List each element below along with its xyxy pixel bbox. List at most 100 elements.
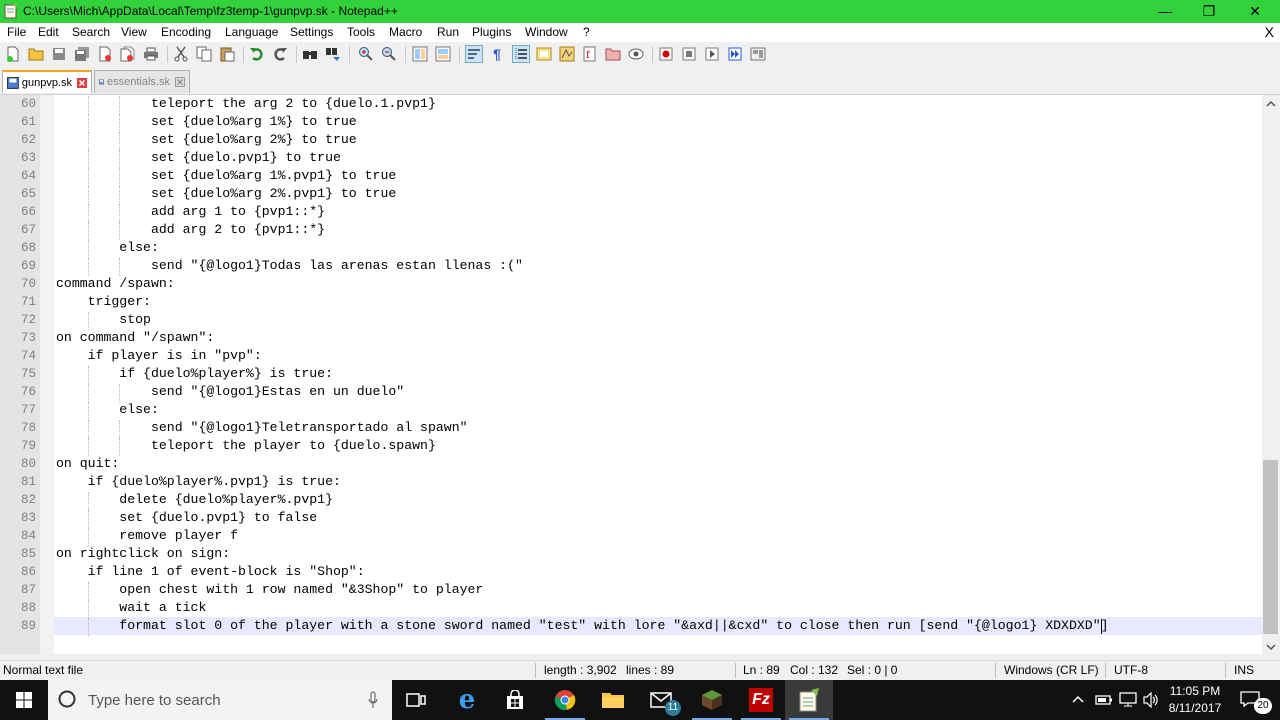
code-line[interactable]: delete {duelo%player%.pvp1} bbox=[56, 492, 333, 507]
replace-icon[interactable] bbox=[325, 46, 341, 62]
menu-language[interactable]: Language bbox=[225, 25, 278, 39]
menu-plugins[interactable]: Plugins bbox=[472, 25, 511, 39]
task-view-icon[interactable] bbox=[392, 680, 440, 720]
code-line[interactable]: send "{@logo1}Estas en un duelo" bbox=[56, 384, 404, 399]
scroll-down-icon[interactable] bbox=[1266, 644, 1276, 651]
doc-map-icon[interactable] bbox=[559, 46, 575, 62]
scroll-up-icon[interactable] bbox=[1266, 100, 1276, 107]
copy-icon[interactable] bbox=[196, 46, 212, 62]
show-all-chars-icon[interactable]: ¶ bbox=[489, 46, 505, 62]
undo-icon[interactable] bbox=[249, 46, 265, 62]
indent-guide-icon[interactable] bbox=[512, 45, 530, 63]
microphone-icon[interactable] bbox=[368, 691, 378, 709]
print-icon[interactable] bbox=[143, 46, 159, 62]
stop-record-icon[interactable] bbox=[681, 46, 697, 62]
menu-run[interactable]: Run bbox=[437, 25, 459, 39]
menu-settings[interactable]: Settings bbox=[290, 25, 333, 39]
store-icon[interactable] bbox=[491, 680, 539, 720]
minimize-button[interactable]: — bbox=[1142, 0, 1188, 23]
code-line[interactable]: teleport the arg 2 to {duelo.1.pvp1} bbox=[56, 96, 436, 111]
code-line[interactable]: set {duelo%arg 2%.pvp1} to true bbox=[56, 186, 396, 201]
code-line[interactable]: on rightclick on sign: bbox=[56, 546, 230, 561]
network-icon[interactable] bbox=[1119, 692, 1137, 708]
tab-gunpvp[interactable]: gunpvp.sk bbox=[2, 70, 92, 93]
code-editor[interactable]: 60 61 62 63 64 65 66 67 68 69 70 71 72 73 74 75 76 77 78 79… bbox=[0, 95, 1262, 654]
find-icon[interactable] bbox=[302, 46, 318, 62]
volume-icon[interactable] bbox=[1143, 692, 1159, 708]
close-icon[interactable] bbox=[97, 46, 113, 62]
code-line[interactable]: set {duelo%arg 2%} to true bbox=[56, 132, 357, 147]
vertical-scroll-thumb[interactable] bbox=[1263, 460, 1278, 634]
fold-margin[interactable] bbox=[40, 95, 54, 654]
code-line[interactable]: trigger: bbox=[56, 294, 151, 309]
sync-horizontal-icon[interactable] bbox=[435, 46, 451, 62]
code-line[interactable]: if {duelo%player%} is true: bbox=[56, 366, 333, 381]
save-macro-icon[interactable] bbox=[750, 46, 766, 62]
code-line[interactable]: set {duelo.pvp1} to false bbox=[56, 510, 317, 525]
menu-tools[interactable]: Tools bbox=[347, 25, 375, 39]
close-button[interactable]: ✕ bbox=[1232, 0, 1278, 23]
code-line[interactable]: add arg 2 to {pvp1::*} bbox=[56, 222, 325, 237]
status-insert-mode[interactable]: INS bbox=[1234, 663, 1254, 677]
code-line[interactable]: set {duelo.pvp1} to true bbox=[56, 150, 341, 165]
status-encoding[interactable]: UTF-8 bbox=[1114, 663, 1148, 677]
record-macro-icon[interactable] bbox=[658, 46, 674, 62]
code-line[interactable]: add arg 1 to {pvp1::*} bbox=[56, 204, 325, 219]
code-line[interactable]: format slot 0 of the player with a stone… bbox=[56, 618, 1108, 633]
code-line[interactable]: if player is in "pvp": bbox=[56, 348, 262, 363]
close-all-icon[interactable] bbox=[120, 46, 136, 62]
code-line[interactable]: send "{@logo1}Teletransportado al spawn" bbox=[56, 420, 468, 435]
save-icon[interactable] bbox=[51, 46, 67, 62]
monitoring-icon[interactable] bbox=[628, 46, 644, 62]
redo-icon[interactable] bbox=[272, 46, 288, 62]
code-line[interactable]: open chest with 1 row named "&3Shop" to … bbox=[56, 582, 483, 597]
code-line[interactable]: on quit: bbox=[56, 456, 119, 471]
file-explorer-icon[interactable] bbox=[589, 680, 637, 720]
taskbar-search-box[interactable]: Type here to search bbox=[48, 680, 392, 720]
function-list-icon[interactable]: f bbox=[582, 46, 598, 62]
zoom-in-icon[interactable] bbox=[358, 46, 374, 62]
status-eol[interactable]: Windows (CR LF) bbox=[1004, 663, 1099, 677]
code-line[interactable]: if line 1 of event-block is "Shop": bbox=[56, 564, 365, 579]
code-line[interactable]: command /spawn: bbox=[56, 276, 175, 291]
menu-edit[interactable]: Edit bbox=[38, 25, 59, 39]
chevron-up-icon[interactable] bbox=[1072, 694, 1084, 704]
word-wrap-icon[interactable] bbox=[465, 45, 483, 63]
close-document-button[interactable]: X bbox=[1265, 24, 1274, 40]
menu-encoding[interactable]: Encoding bbox=[161, 25, 211, 39]
code-line[interactable]: teleport the player to {duelo.spawn} bbox=[56, 438, 436, 453]
open-file-icon[interactable] bbox=[28, 46, 44, 62]
filezilla-icon[interactable]: Fz bbox=[737, 680, 785, 720]
maximize-button[interactable]: ❐ bbox=[1186, 0, 1232, 23]
menu-window[interactable]: Window bbox=[525, 25, 568, 39]
paste-icon[interactable] bbox=[219, 46, 235, 62]
menu-view[interactable]: View bbox=[121, 25, 147, 39]
tab-close-icon[interactable] bbox=[175, 77, 185, 87]
code-line[interactable]: on command "/spawn": bbox=[56, 330, 214, 345]
sync-vertical-icon[interactable] bbox=[412, 46, 428, 62]
start-button[interactable] bbox=[0, 680, 48, 720]
menu-file[interactable]: File bbox=[7, 25, 26, 39]
code-line[interactable]: if {duelo%player%.pvp1} is true: bbox=[56, 474, 341, 489]
minecraft-icon[interactable] bbox=[688, 680, 736, 720]
notepad-plus-plus-icon[interactable] bbox=[785, 680, 833, 720]
mail-icon[interactable]: 11 bbox=[637, 680, 685, 720]
save-all-icon[interactable] bbox=[74, 46, 90, 62]
menu-search[interactable]: Search bbox=[72, 25, 110, 39]
cut-icon[interactable] bbox=[173, 46, 189, 62]
menu-macro[interactable]: Macro bbox=[389, 25, 422, 39]
folder-workspace-icon[interactable] bbox=[605, 46, 621, 62]
user-define-lang-icon[interactable] bbox=[536, 46, 552, 62]
code-line[interactable]: stop bbox=[56, 312, 151, 327]
play-macro-icon[interactable] bbox=[704, 46, 720, 62]
new-file-icon[interactable] bbox=[5, 46, 21, 62]
tab-close-icon[interactable] bbox=[77, 77, 87, 88]
code-line[interactable]: send "{@logo1}Todas las arenas estan lle… bbox=[56, 258, 523, 273]
code-line[interactable]: else: bbox=[56, 402, 159, 417]
code-line[interactable]: wait a tick bbox=[56, 600, 206, 615]
code-line[interactable]: set {duelo%arg 1%} to true bbox=[56, 114, 357, 129]
action-center-button[interactable]: 20 bbox=[1234, 680, 1280, 720]
system-clock[interactable]: 11:05 PM 8/11/2017 bbox=[1160, 683, 1230, 717]
battery-icon[interactable] bbox=[1095, 693, 1113, 707]
chrome-icon[interactable] bbox=[541, 680, 589, 720]
